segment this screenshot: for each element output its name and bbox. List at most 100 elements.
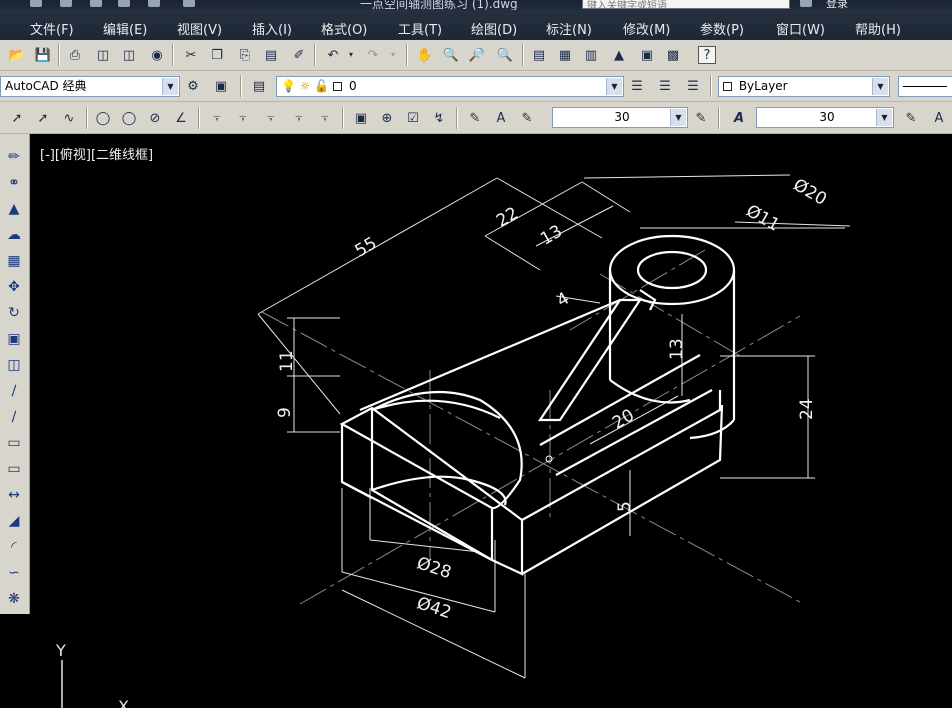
- blend-curves-icon[interactable]: ∽: [5, 564, 23, 582]
- login-link[interactable]: 登录: [826, 0, 848, 10]
- zoom-realtime-icon[interactable]: 🔍: [442, 46, 460, 64]
- trim-icon[interactable]: ∕: [5, 382, 23, 400]
- match-properties-icon[interactable]: ✐: [290, 46, 308, 64]
- workspace-settings-icon[interactable]: ⚙: [184, 77, 202, 95]
- dimension-style-select[interactable]: 30 ▼: [552, 107, 688, 128]
- mirror-icon[interactable]: ▲: [5, 200, 23, 218]
- help-icon[interactable]: ?: [698, 46, 716, 64]
- sheet-set-icon[interactable]: ▲: [610, 46, 628, 64]
- copy-icon[interactable]: ❐: [208, 46, 226, 64]
- array-icon[interactable]: ▦: [5, 252, 23, 270]
- chevron-down-icon[interactable]: ▼: [670, 109, 686, 126]
- baseline-dimension-icon[interactable]: ⍪: [234, 109, 252, 127]
- multileader-icon[interactable]: A: [930, 109, 948, 127]
- zoom-previous-icon[interactable]: 🔍: [496, 46, 514, 64]
- menu-edit[interactable]: 编辑(E): [103, 19, 147, 38]
- 3d-print-icon[interactable]: ◉: [148, 46, 166, 64]
- ordinate-dimension-icon[interactable]: ◯: [94, 109, 112, 127]
- chevron-down-icon[interactable]: ▼: [876, 109, 892, 126]
- linetype-select[interactable]: [898, 76, 952, 97]
- undo-icon[interactable]: ↶: [324, 46, 342, 64]
- make-current-layer-icon[interactable]: ☰: [628, 77, 646, 95]
- print-icon[interactable]: [183, 0, 195, 7]
- join-icon[interactable]: ↔: [5, 486, 23, 504]
- continue-dimension-icon[interactable]: ⍪: [262, 109, 280, 127]
- design-center-icon[interactable]: ▦: [556, 46, 574, 64]
- dimension-style-manager-icon[interactable]: ✎: [692, 109, 710, 127]
- angular-dimension-icon[interactable]: ∠: [172, 109, 190, 127]
- new-icon[interactable]: [30, 0, 42, 7]
- cut-icon[interactable]: ✂: [182, 46, 200, 64]
- publish-icon[interactable]: ◫: [120, 46, 138, 64]
- text-style-manager-icon[interactable]: ✎: [902, 109, 920, 127]
- stretch-icon[interactable]: ◫: [5, 356, 23, 374]
- paste-icon[interactable]: ⎘: [236, 46, 254, 64]
- save-icon[interactable]: 💾: [34, 46, 52, 64]
- chevron-down-icon[interactable]: ▼: [162, 78, 178, 95]
- undo-dropdown-icon[interactable]: ▾: [342, 46, 360, 64]
- layer-state-icon[interactable]: ☰: [684, 77, 702, 95]
- extend-icon[interactable]: ∕: [5, 408, 23, 426]
- center-mark-icon[interactable]: ⊕: [378, 109, 396, 127]
- chevron-down-icon[interactable]: ▼: [872, 78, 888, 95]
- dimension-space-icon[interactable]: ⍪: [290, 109, 308, 127]
- tool-palettes-icon[interactable]: ▥: [582, 46, 600, 64]
- quick-dimension-icon[interactable]: ⍪: [208, 109, 226, 127]
- arc-length-icon[interactable]: ∿: [60, 109, 78, 127]
- linear-dimension-icon[interactable]: ➚: [8, 109, 26, 127]
- menu-format[interactable]: 格式(O): [321, 19, 367, 38]
- menu-insert[interactable]: 插入(I): [252, 19, 292, 38]
- menu-file[interactable]: 文件(F): [30, 19, 74, 38]
- fillet-icon[interactable]: ◜: [5, 538, 23, 556]
- save-icon[interactable]: [90, 0, 102, 7]
- dimension-text-edit-icon[interactable]: A: [492, 109, 510, 127]
- print-icon[interactable]: ⎙: [66, 46, 84, 64]
- open-icon[interactable]: 📂: [8, 46, 26, 64]
- menu-modify[interactable]: 修改(M): [623, 19, 670, 38]
- markup-icon[interactable]: ▣: [638, 46, 656, 64]
- radius-dimension-icon[interactable]: ◯: [120, 109, 138, 127]
- plot-preview-icon[interactable]: ◫: [94, 46, 112, 64]
- binoculars-icon[interactable]: [800, 0, 812, 7]
- menu-tools[interactable]: 工具(T): [398, 19, 442, 38]
- redo-dropdown-icon[interactable]: ▾: [384, 46, 402, 64]
- copy-object-icon[interactable]: ⚭: [5, 174, 23, 192]
- color-select[interactable]: ByLayer ▼: [718, 76, 890, 97]
- zoom-window-icon[interactable]: 🔎: [468, 46, 486, 64]
- diameter-dimension-icon[interactable]: ⊘: [146, 109, 164, 127]
- text-style-select[interactable]: 30 ▼: [756, 107, 894, 128]
- layer-previous-icon[interactable]: ☰: [656, 77, 674, 95]
- pan-icon[interactable]: ✋: [416, 46, 434, 64]
- chamfer-icon[interactable]: ◢: [5, 512, 23, 530]
- break-at-point-icon[interactable]: ▭: [5, 434, 23, 452]
- paste-block-icon[interactable]: ▤: [262, 46, 280, 64]
- chevron-down-icon[interactable]: ▼: [606, 78, 622, 95]
- drawing-canvas[interactable]: [-][俯视][二维线框] 55 22 13 Ø20 Ø11 4 11 9 13…: [36, 134, 952, 708]
- menu-parametric[interactable]: 参数(P): [700, 19, 744, 38]
- layer-select[interactable]: 💡 ☼ 🔓 0 ▼: [276, 76, 624, 97]
- clean-screen-icon[interactable]: ▣: [212, 77, 230, 95]
- break-icon[interactable]: ▭: [5, 460, 23, 478]
- menu-dimension[interactable]: 标注(N): [546, 19, 592, 38]
- saveas-icon[interactable]: [118, 0, 130, 7]
- menu-view[interactable]: 视图(V): [177, 19, 222, 38]
- tolerance-icon[interactable]: ▣: [352, 109, 370, 127]
- plot-icon[interactable]: [148, 0, 160, 7]
- help-search-input[interactable]: 键入关键字或短语: [582, 0, 790, 9]
- move-icon[interactable]: ✥: [5, 278, 23, 296]
- aligned-dimension-icon[interactable]: ➚: [34, 109, 52, 127]
- inspection-icon[interactable]: ☑: [404, 109, 422, 127]
- layer-properties-icon[interactable]: ▤: [250, 77, 268, 95]
- menu-draw[interactable]: 绘图(D): [471, 19, 517, 38]
- calculator-icon[interactable]: ▩: [664, 46, 682, 64]
- explode-icon[interactable]: ❋: [5, 590, 23, 608]
- dimension-break-icon[interactable]: ⍪: [316, 109, 334, 127]
- menu-window[interactable]: 窗口(W): [776, 19, 825, 38]
- open-icon[interactable]: [60, 0, 72, 7]
- offset-icon[interactable]: ☁: [5, 226, 23, 244]
- text-style-icon[interactable]: A: [730, 109, 748, 127]
- dimension-edit-icon[interactable]: ✎: [466, 109, 484, 127]
- dimension-update-icon[interactable]: ✎: [518, 109, 536, 127]
- workspace-select[interactable]: AutoCAD 经典 ▼: [0, 76, 180, 97]
- properties-icon[interactable]: ▤: [530, 46, 548, 64]
